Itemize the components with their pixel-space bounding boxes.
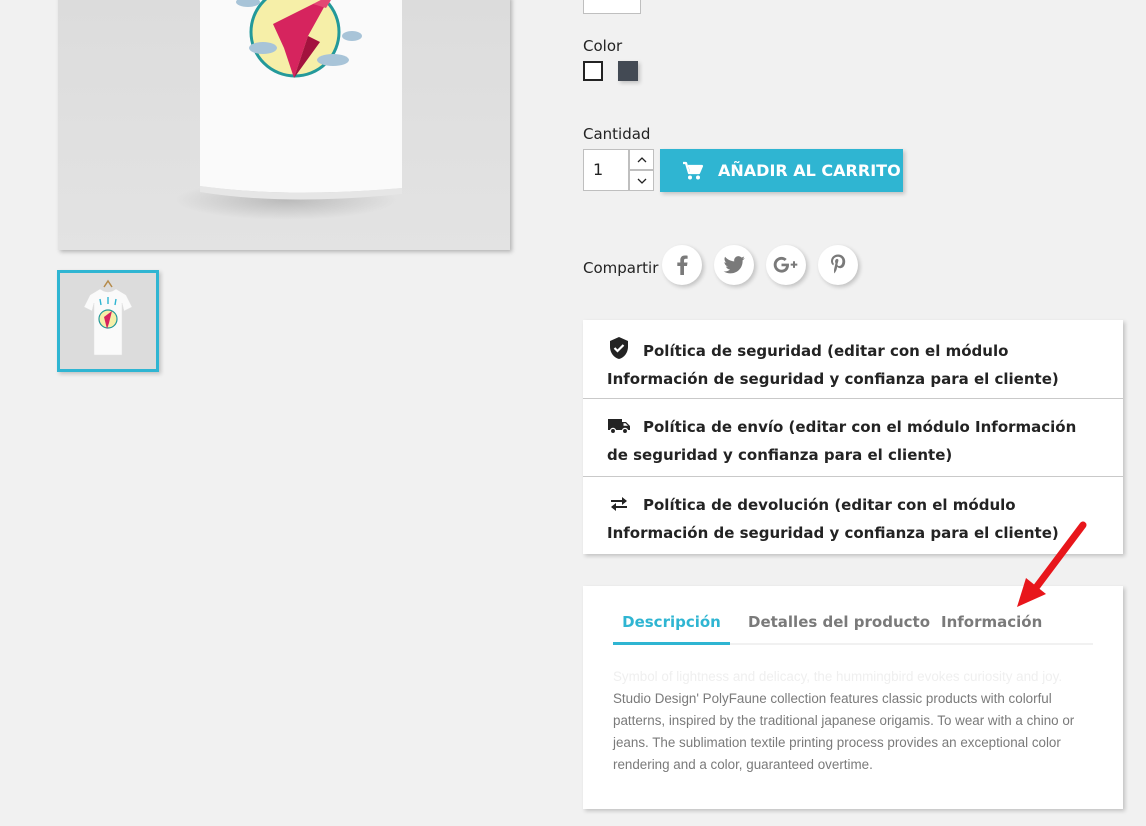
product-description: Symbol of lightness and delicacy, the hu… xyxy=(613,666,1078,776)
quantity-increment-button[interactable] xyxy=(629,149,654,170)
reassurance-shipping-text: Política de envío (editar con el módulo … xyxy=(607,418,1077,464)
pinterest-icon xyxy=(831,254,846,274)
color-label: Color xyxy=(583,37,623,55)
quantity-decrement-button[interactable] xyxy=(629,170,654,191)
share-facebook-button[interactable] xyxy=(662,245,702,285)
shield-check-icon xyxy=(607,336,631,367)
color-swatch-white[interactable] xyxy=(583,61,603,81)
size-select[interactable] xyxy=(583,0,641,14)
reassurance-shipping: Política de envío (editar con el módulo … xyxy=(583,398,1123,475)
reassurance-security-text: Política de seguridad (editar con el mód… xyxy=(607,342,1059,388)
quantity-input[interactable]: 1 xyxy=(583,149,629,191)
chevron-down-icon xyxy=(637,178,646,184)
annotation-arrow-icon xyxy=(1017,521,1087,607)
twitter-icon xyxy=(723,256,745,274)
reassurance-returns-text: Política de devolución (editar con el mó… xyxy=(607,496,1059,542)
add-to-cart-label: AÑADIR AL CARRITO xyxy=(718,161,901,180)
share-twitter-button[interactable] xyxy=(714,245,754,285)
chevron-up-icon xyxy=(637,156,646,162)
description-text: Studio Design' PolyFaune collection feat… xyxy=(613,691,1075,772)
share-label: Compartir xyxy=(583,259,659,277)
tab-description[interactable]: Descripción xyxy=(613,613,730,645)
description-faded-line: Symbol of lightness and delicacy, the hu… xyxy=(613,669,1063,684)
tshirt-thumbnail-image xyxy=(83,279,133,356)
share-googleplus-button[interactable] xyxy=(766,245,806,285)
color-swatch-dark[interactable] xyxy=(618,61,638,81)
shopping-cart-icon xyxy=(682,161,704,181)
quantity-label: Cantidad xyxy=(583,125,651,143)
tab-bar: Descripción Detalles del producto Inform… xyxy=(613,613,1093,645)
tshirt-illustration xyxy=(176,0,402,220)
product-thumbnail[interactable] xyxy=(57,270,159,372)
swap-arrows-icon xyxy=(607,494,631,521)
truck-icon xyxy=(607,416,631,443)
share-pinterest-button[interactable] xyxy=(818,245,858,285)
facebook-icon xyxy=(677,255,688,275)
reassurance-security: Política de seguridad (editar con el mód… xyxy=(583,320,1123,397)
add-to-cart-button[interactable]: AÑADIR AL CARRITO xyxy=(660,149,903,192)
product-tabs: Descripción Detalles del producto Inform… xyxy=(583,586,1123,809)
tab-information[interactable]: Información xyxy=(941,613,1042,643)
product-main-image[interactable] xyxy=(58,0,510,250)
googleplus-icon xyxy=(773,256,798,273)
tab-product-details[interactable]: Detalles del producto xyxy=(748,613,930,643)
